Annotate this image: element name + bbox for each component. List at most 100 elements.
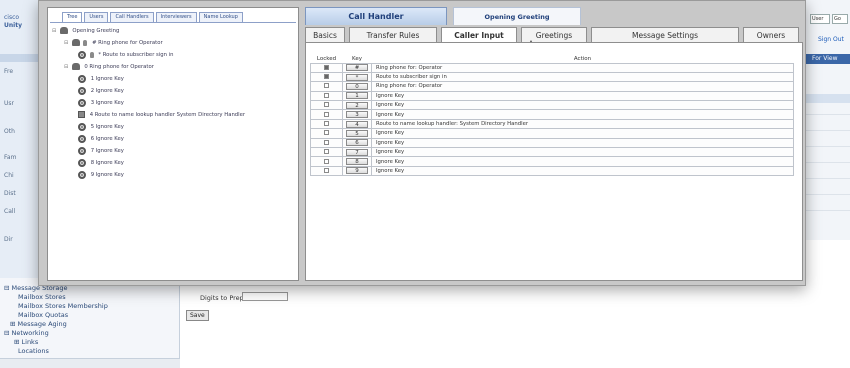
table-row[interactable]: 4 Route to name lookup handler: System Di…	[310, 118, 794, 130]
nav-item-locations[interactable]: Locations	[18, 347, 49, 355]
key-button[interactable]: *	[346, 73, 368, 81]
key-button[interactable]: 3	[346, 111, 368, 119]
key-button[interactable]: 5	[346, 129, 368, 137]
key-button[interactable]: 1	[346, 92, 368, 100]
nav-item-message-aging[interactable]: ⊞ Message Aging	[10, 320, 67, 328]
horizontal-scrollbar[interactable]	[0, 358, 180, 368]
tree-node[interactable]: 6 Ignore Key	[78, 134, 124, 144]
sidebar-item[interactable]: Dir	[4, 236, 13, 243]
nav-item-networking[interactable]: ⊟ Networking	[4, 329, 49, 337]
tree-node[interactable]: 7 Ignore Key	[78, 146, 124, 156]
tab-call-handlers[interactable]: Call Handlers	[110, 12, 154, 22]
nav-item-mailbox-stores-membership[interactable]: Mailbox Stores Membership	[18, 302, 108, 310]
sidebar-item[interactable]: Fre	[4, 68, 13, 75]
go-select[interactable]: Go	[832, 14, 848, 24]
view-button[interactable]: For View	[806, 54, 850, 64]
locked-checkbox[interactable]	[324, 149, 329, 155]
key-button[interactable]: #	[346, 64, 368, 72]
key-disc-icon	[78, 50, 86, 59]
top-right-controls: User Go	[806, 14, 850, 26]
key-button[interactable]: 4	[346, 120, 368, 128]
sidebar-item[interactable]: Call	[4, 208, 15, 215]
sidebar-item[interactable]: Chi	[4, 172, 14, 179]
search-type-select[interactable]: User	[810, 14, 830, 24]
table-row[interactable]: 8 Ignore Key	[310, 156, 794, 167]
tree-node[interactable]: 5 Ignore Key	[78, 122, 124, 132]
cisco-logo: cisco Unity	[4, 14, 34, 32]
tab-transfer-rules[interactable]: Transfer Rules	[349, 27, 437, 43]
tree-node-label: 1 Ignore Key	[90, 76, 124, 82]
tree-node[interactable]: ⊟ 0 Ring phone for Operator	[64, 62, 154, 72]
table-row[interactable]: 1 Ignore Key	[310, 90, 794, 102]
locked-checkbox[interactable]	[324, 139, 329, 145]
save-button[interactable]: Save	[186, 310, 209, 321]
nav-item-mailbox-stores[interactable]: Mailbox Stores	[18, 293, 66, 301]
tab-opening-greeting[interactable]: Opening Greeting	[453, 7, 581, 25]
sidebar-item[interactable]: Fam	[4, 154, 16, 161]
digits-to-prepend-input[interactable]	[242, 292, 288, 301]
tab-basics[interactable]: Basics	[305, 27, 345, 43]
nav-item-mailbox-quotas[interactable]: Mailbox Quotas	[18, 311, 68, 319]
table-row[interactable]: 0 Ring phone for: Operator	[310, 81, 794, 92]
collapse-icon[interactable]: ⊟	[52, 26, 58, 36]
table-row[interactable]: 7 Ignore Key	[310, 146, 794, 158]
tree-node[interactable]: * Route to subscriber sign in	[78, 50, 174, 60]
locked-cell	[310, 156, 343, 167]
tree-node-label: 2 Ignore Key	[90, 88, 124, 94]
locked-checkbox[interactable]	[324, 83, 329, 89]
row-divider	[806, 130, 850, 131]
table-row[interactable]: * Route to subscriber sign in	[310, 71, 794, 83]
locked-checkbox[interactable]	[324, 158, 329, 164]
locked-cell	[310, 137, 343, 149]
tree-node[interactable]: ⊟ # Ring phone for Operator	[64, 38, 163, 48]
key-cell: 8	[342, 156, 372, 167]
sidebar-item[interactable]: Oth	[4, 128, 15, 135]
table-row[interactable]: 3 Ignore Key	[310, 109, 794, 120]
tab-tree[interactable]: Tree	[62, 12, 83, 22]
collapse-icon[interactable]: ⊟	[64, 38, 70, 48]
nav-item-links[interactable]: ⊞ Links	[14, 338, 38, 346]
tree-node[interactable]: ⊟ Opening Greeting	[52, 26, 119, 36]
key-button[interactable]: 0	[346, 82, 368, 90]
table-row[interactable]: # Ring phone for: Operator	[310, 62, 794, 73]
locked-checkbox[interactable]	[324, 111, 329, 117]
locked-checkbox[interactable]	[324, 92, 329, 98]
sign-out-link[interactable]: Sign Out	[818, 36, 844, 43]
tab-users[interactable]: Users	[84, 12, 109, 22]
locked-checkbox[interactable]	[324, 64, 329, 70]
key-button[interactable]: 7	[346, 148, 368, 156]
table-row[interactable]: 2 Ignore Key	[310, 100, 794, 111]
tree-node[interactable]: 9 Ignore Key	[78, 170, 124, 180]
sidebar-item[interactable]: Dist	[4, 190, 16, 197]
table-row[interactable]: 9 Ignore Key	[310, 165, 794, 177]
tree-node[interactable]: 3 Ignore Key	[78, 98, 124, 108]
locked-checkbox[interactable]	[324, 102, 329, 108]
tab-name-lookup[interactable]: Name Lookup	[198, 12, 243, 22]
locked-checkbox[interactable]	[324, 167, 329, 173]
tab-interviewers[interactable]: Interviewers	[155, 12, 197, 22]
tree-node[interactable]: 8 Ignore Key	[78, 158, 124, 168]
key-cell: 4	[342, 118, 372, 130]
tree-pane: Tree Users Call Handlers Interviewers Na…	[47, 7, 299, 281]
table-row[interactable]: 5 Ignore Key	[310, 128, 794, 139]
tree-node[interactable]: 2 Ignore Key	[78, 86, 124, 96]
tab-call-handler[interactable]: Call Handler	[305, 7, 447, 25]
tab-caller-input[interactable]: Caller Input	[441, 27, 517, 43]
locked-checkbox[interactable]	[324, 74, 329, 80]
tree-node[interactable]: 4 Route to name lookup handler System Di…	[78, 110, 245, 120]
key-button[interactable]: 2	[346, 101, 368, 109]
tab-owners[interactable]: Owners	[743, 27, 799, 43]
key-cell: 7	[342, 146, 372, 158]
collapse-icon[interactable]: ⊟	[64, 62, 70, 72]
sidebar-item[interactable]: Usr	[4, 100, 14, 107]
tree-node[interactable]: 1 Ignore Key	[78, 74, 124, 84]
action-cell: Ring phone for: Operator	[371, 81, 794, 92]
key-button[interactable]: 9	[346, 167, 368, 175]
keys-table-body: # Ring phone for: Operator * Route to subsc…	[310, 62, 794, 177]
tab-message-settings[interactable]: Message Settings	[591, 27, 739, 43]
key-button[interactable]: 6	[346, 139, 368, 147]
table-row[interactable]: 6 Ignore Key	[310, 137, 794, 149]
key-button[interactable]: 8	[346, 158, 368, 166]
locked-checkbox[interactable]	[324, 130, 329, 136]
locked-checkbox[interactable]	[324, 121, 329, 127]
